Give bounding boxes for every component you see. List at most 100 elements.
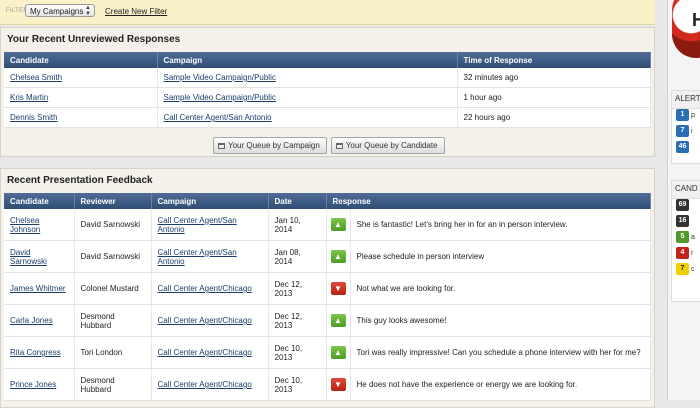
count-badge: 4 bbox=[676, 247, 689, 259]
thumbs-down-icon: ▼ bbox=[330, 282, 346, 295]
alerts-heading: ALERT bbox=[672, 91, 700, 109]
candidate-link[interactable]: Rita Congress bbox=[10, 348, 61, 357]
campaign-link[interactable]: Call Center Agent/Chicago bbox=[158, 380, 252, 389]
candidates-heading: CAND bbox=[672, 181, 700, 199]
thumbs-up-icon: ▲ bbox=[330, 250, 346, 263]
table-row: Kris Martin Sample Video Campaign/Public… bbox=[4, 87, 651, 108]
candidates-box: CAND 69 16 5 a 4 r 7 c bbox=[671, 180, 700, 302]
feedback-date: Dec 10, 2013 bbox=[268, 368, 327, 401]
feedback-date: Jan 08, 2014 bbox=[268, 240, 327, 273]
column-header-campaign[interactable]: Campaign bbox=[151, 193, 269, 209]
sidebar-item-label: r bbox=[691, 249, 694, 257]
queue-icon bbox=[218, 143, 225, 149]
sidebar-item-candidates[interactable]: 69 bbox=[672, 199, 700, 215]
create-new-filter-link[interactable]: Create New Filter bbox=[105, 7, 167, 16]
campaign-link[interactable]: Call Center Agent/San Antonio bbox=[164, 113, 272, 122]
candidate-link[interactable]: Carla Jones bbox=[10, 316, 53, 325]
feedback-date: Dec 10, 2013 bbox=[268, 336, 327, 369]
column-header-time[interactable]: Time of Response bbox=[457, 52, 651, 68]
feedback-date: Jan 10, 2014 bbox=[268, 209, 327, 241]
table-row: Prince Jones Desmond Hubbard Call Center A… bbox=[4, 368, 651, 401]
feedback-table: Candidate Reviewer Campaign Date Respons… bbox=[4, 193, 651, 401]
reviewer-name: David Sarnowski bbox=[74, 240, 152, 273]
panel-title-unreviewed: Your Recent Unreviewed Responses bbox=[7, 34, 181, 45]
campaign-link[interactable]: Sample Video Campaign/Public bbox=[164, 93, 276, 102]
sidebar-item-label: a bbox=[691, 233, 695, 241]
feedback-comment: Tori was really impressive! Can you sche… bbox=[350, 336, 651, 369]
count-badge: 5 bbox=[676, 231, 689, 243]
sidebar-item-label: i bbox=[691, 127, 693, 135]
campaign-link[interactable]: Call Center Agent/Chicago bbox=[158, 348, 252, 357]
queue-by-candidate-button[interactable]: Your Queue by Candidate bbox=[330, 137, 445, 154]
thumbs-up-icon: ▲ bbox=[330, 314, 346, 327]
panel-title-feedback: Recent Presentation Feedback bbox=[7, 175, 153, 186]
right-sidebar: ALERT 1 p 7 i 46 CAND 69 16 5 a 4 r 7 c bbox=[667, 0, 700, 400]
campaign-link[interactable]: Call Center Agent/Chicago bbox=[158, 316, 252, 325]
feedback-comment: Please schedule in person interview bbox=[350, 240, 651, 273]
sidebar-item-label: p bbox=[691, 111, 695, 119]
thumbs-up-icon: ▲ bbox=[330, 218, 346, 231]
thumbs-up-icon: ▲ bbox=[330, 346, 346, 359]
campaign-link[interactable]: Call Center Agent/Chicago bbox=[158, 284, 252, 293]
response-time: 32 minutes ago bbox=[457, 68, 651, 88]
column-header-candidate[interactable]: Candidate bbox=[4, 52, 158, 68]
candidate-link[interactable]: Chelsea Johnson bbox=[10, 216, 40, 234]
sidebar-item-label: c bbox=[691, 265, 695, 273]
feedback-date: Dec 12, 2013 bbox=[268, 272, 327, 305]
table-row: Dennis Smith Call Center Agent/San Anton… bbox=[4, 107, 651, 128]
unreviewed-table: Candidate Campaign Time of Response Chel… bbox=[4, 52, 651, 128]
reviewer-name: Desmond Hubbard bbox=[74, 304, 152, 337]
logo-letter: H bbox=[692, 10, 700, 30]
table-row: Carla Jones Desmond Hubbard Call Center Ag… bbox=[4, 304, 651, 337]
queue-by-candidate-label: Your Queue by Candidate bbox=[345, 141, 438, 150]
feedback-comment: She is fantastic! Let's bring her in for… bbox=[350, 209, 651, 241]
sidebar-item-alerts[interactable]: 1p bbox=[672, 109, 700, 125]
candidate-link[interactable]: James Whitmer bbox=[10, 284, 66, 293]
count-badge: 69 bbox=[676, 199, 689, 211]
queue-by-campaign-label: Your Queue by Campaign bbox=[228, 141, 320, 150]
sidebar-item-candidates[interactable]: 7c bbox=[672, 263, 700, 279]
campaign-link[interactable]: Sample Video Campaign/Public bbox=[164, 73, 276, 82]
column-header-date[interactable]: Date bbox=[268, 193, 327, 209]
count-badge: 7 bbox=[676, 125, 689, 137]
reviewer-name: Tori London bbox=[74, 336, 152, 369]
queue-by-campaign-button[interactable]: Your Queue by Campaign bbox=[213, 137, 327, 154]
column-header-reviewer[interactable]: Reviewer bbox=[74, 193, 152, 209]
campaign-link[interactable]: Call Center Agent/San Antonio bbox=[158, 216, 237, 234]
sidebar-item-candidates[interactable]: 16 bbox=[672, 215, 700, 231]
alerts-box: ALERT 1 p 7 i 46 bbox=[671, 90, 700, 164]
feedback-comment: He does not have the experience or energ… bbox=[350, 368, 651, 401]
reviewer-name: Desmond Hubbard bbox=[74, 368, 152, 401]
count-badge: 46 bbox=[676, 141, 689, 153]
candidate-link[interactable]: Kris Martin bbox=[10, 93, 48, 102]
table-row: Rita Congress Tori London Call Center Agen… bbox=[4, 336, 651, 369]
campaign-filter-select[interactable]: My Campaigns ▲ ▼ bbox=[25, 4, 95, 17]
thumbs-down-icon: ▼ bbox=[330, 378, 346, 391]
sidebar-item-alerts[interactable]: 46 bbox=[672, 141, 700, 157]
count-badge: 7 bbox=[676, 263, 689, 275]
column-header-campaign[interactable]: Campaign bbox=[157, 52, 458, 68]
sidebar-item-candidates[interactable]: 4r bbox=[672, 247, 700, 263]
count-badge: 1 bbox=[676, 109, 689, 121]
campaign-link[interactable]: Call Center Agent/San Antonio bbox=[158, 248, 237, 266]
candidate-link[interactable]: Chelsea Smith bbox=[10, 73, 62, 82]
response-time: 1 hour ago bbox=[457, 87, 651, 108]
queue-icon bbox=[335, 143, 343, 149]
count-badge: 16 bbox=[676, 215, 689, 227]
sidebar-item-alerts[interactable]: 7i bbox=[672, 125, 700, 141]
filter-bar: FILTER My Campaigns ▲ ▼ Create New Filter bbox=[0, 0, 655, 25]
response-time: 22 hours ago bbox=[457, 107, 651, 128]
table-row: James Whitmer Colonel Mustard Call Center … bbox=[4, 272, 651, 305]
candidate-link[interactable]: David Sarnowski bbox=[10, 248, 47, 266]
column-header-candidate[interactable]: Candidate bbox=[4, 193, 75, 209]
reviewer-name: David Sarnowski bbox=[74, 209, 152, 241]
unreviewed-responses-panel: Your Recent Unreviewed Responses Candida… bbox=[0, 27, 655, 157]
presentation-feedback-panel: Recent Presentation Feedback Candidate R… bbox=[0, 168, 655, 408]
candidate-link[interactable]: Dennis Smith bbox=[10, 113, 58, 122]
select-arrows-icon: ▲ ▼ bbox=[85, 5, 91, 17]
feedback-date: Dec 12, 2013 bbox=[268, 304, 327, 337]
candidate-link[interactable]: Prince Jones bbox=[10, 380, 56, 389]
sidebar-item-candidates[interactable]: 5a bbox=[672, 231, 700, 247]
column-header-response[interactable]: Response bbox=[326, 193, 651, 209]
feedback-comment: This guy looks awesome! bbox=[350, 304, 651, 337]
